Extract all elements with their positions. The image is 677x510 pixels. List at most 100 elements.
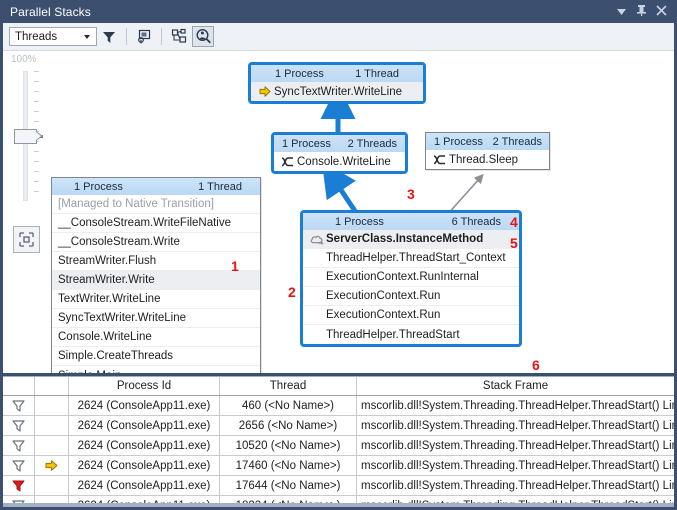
row-arrow-cell[interactable] [35, 476, 69, 495]
stack-frame-row[interactable]: Simple.Main [52, 366, 260, 373]
pin-icon[interactable] [631, 0, 651, 23]
stack-frame-row[interactable]: SyncTextWriter.WriteLine [52, 309, 260, 328]
table-row[interactable]: 2624 (ConsoleApp11.exe) 10520 (<No Name>… [3, 436, 674, 456]
yellow-arrow-icon [45, 460, 58, 471]
table-row[interactable]: 2624 (ConsoleApp11.exe) 17460 (<No Name>… [3, 456, 674, 476]
view-mode-combobox[interactable]: Threads [9, 27, 97, 46]
row-stack-frame: mscorlib.dll!System.Threading.ThreadHelp… [357, 416, 674, 435]
row-arrow-cell[interactable] [35, 456, 69, 475]
threads-grid[interactable]: Process Id Thread Stack Frame 2624 (Cons… [3, 376, 674, 507]
stack-frame-row[interactable]: __ConsoleStream.WriteFileNative [52, 214, 260, 233]
grid-header-stack-frame[interactable]: Stack Frame [357, 377, 674, 395]
row-stack-frame: mscorlib.dll!System.Threading.ThreadHelp… [357, 436, 674, 455]
stack-frame-label: Simple.Main [58, 370, 121, 374]
toggle-diagram-layout-button[interactable] [168, 26, 190, 47]
annotation-number-5: 5 [510, 235, 518, 251]
stack-frame-row[interactable]: ExecutionContext.Run [303, 306, 519, 325]
thread-count-label: 2 Threads [348, 138, 397, 150]
row-thread: 2656 (<No Name>) [220, 416, 357, 435]
toggle-method-view-button[interactable] [98, 26, 120, 47]
row-flag-cell[interactable] [3, 396, 35, 415]
stack-frame-row[interactable]: ServerClass.InstanceMethod [303, 230, 519, 249]
stack-frame-row[interactable]: __ConsoleStream.Write [52, 233, 260, 252]
filter-red-icon [12, 479, 25, 492]
stack-frame-label: ExecutionContext.Run [326, 290, 440, 302]
process-count-label: 1 Process [74, 181, 123, 193]
row-flag-cell[interactable] [3, 476, 35, 495]
close-icon[interactable] [651, 0, 671, 23]
stack-box-header: 1 Process 1 Thread [251, 65, 423, 82]
stack-frame-row[interactable]: SyncTextWriter.WriteLine [251, 82, 423, 101]
stack-frame-row[interactable]: ExecutionContext.RunInternal [303, 268, 519, 287]
row-stack-frame: mscorlib.dll!System.Threading.ThreadHelp… [357, 456, 674, 475]
parallel-stacks-window: Parallel Stacks Threads [0, 0, 677, 510]
filter-outline-icon [12, 439, 25, 452]
stack-box-serverclass[interactable]: 1 Process 6 Threads ServerClass.Instance… [300, 210, 522, 347]
grid-header-thread[interactable]: Thread [220, 377, 357, 395]
thread-count-label: 1 Thread [198, 181, 242, 193]
stack-frame-label: [Managed to Native Transition] [58, 198, 214, 210]
stack-box-synctextwriter[interactable]: 1 Process 1 Thread SyncTextWriter.WriteL… [248, 62, 426, 104]
stack-frame-row[interactable]: [Managed to Native Transition] [52, 195, 260, 214]
stack-frame-row[interactable]: ThreadHelper.ThreadStart [303, 325, 519, 344]
stack-frame-label: StreamWriter.Write [58, 274, 155, 286]
view-mode-value: Threads [15, 31, 84, 43]
annotation-number-2: 2 [288, 284, 296, 300]
threads-icon [280, 156, 295, 167]
stack-frame-label: Console.WriteLine [58, 331, 152, 343]
stack-frame-row[interactable]: StreamWriter.Write [52, 271, 260, 290]
stack-box-main-thread[interactable]: 1 Process 1 Thread [Managed to Native Tr… [51, 177, 261, 373]
window-bottom-edge [3, 503, 674, 507]
toolbar-separator [161, 28, 162, 45]
toolbar-separator [126, 28, 127, 45]
funnel-icon [101, 29, 117, 45]
row-thread: 460 (<No Name>) [220, 396, 357, 415]
stack-frame-row[interactable]: Simple.CreateThreads [52, 347, 260, 366]
parallel-stacks-canvas[interactable]: 100% [3, 51, 674, 373]
grid-header-process-id[interactable]: Process Id [69, 377, 220, 395]
threads-icon [432, 154, 447, 165]
stack-frame-label: Thread.Sleep [449, 154, 518, 166]
row-flag-cell[interactable] [3, 436, 35, 455]
table-row[interactable]: 2624 (ConsoleApp11.exe) 17644 (<No Name>… [3, 476, 674, 496]
row-arrow-cell[interactable] [35, 396, 69, 415]
table-row[interactable]: 2624 (ConsoleApp11.exe) 460 (<No Name>) … [3, 396, 674, 416]
zoom-person-icon [195, 28, 212, 45]
stack-box-header: 1 Process 6 Threads [303, 213, 519, 230]
grid-header-flag[interactable] [3, 377, 35, 395]
row-stack-frame: mscorlib.dll!System.Threading.ThreadHelp… [357, 476, 674, 495]
row-thread: 17460 (<No Name>) [220, 456, 357, 475]
stack-frame-label: ServerClass.InstanceMethod [326, 233, 483, 245]
stack-frame-row[interactable]: ExecutionContext.Run [303, 287, 519, 306]
stack-box-thread-sleep[interactable]: 1 Process 2 Threads Thread.Sleep [425, 132, 550, 170]
zoom-control-button[interactable] [192, 26, 214, 47]
process-count-label: 1 Process [282, 138, 331, 150]
row-flag-cell[interactable] [3, 456, 35, 475]
stack-frame-label: SyncTextWriter.WriteLine [58, 312, 186, 324]
row-arrow-cell[interactable] [35, 416, 69, 435]
stack-frame-row[interactable]: TextWriter.WriteLine [52, 290, 260, 309]
chevron-down-icon[interactable] [611, 0, 631, 23]
stack-frame-icon [136, 28, 153, 45]
thread-count-label: 1 Thread [355, 68, 399, 80]
row-process-id: 2624 (ConsoleApp11.exe) [69, 456, 220, 475]
stack-frame-row[interactable]: Console.WriteLine [274, 152, 405, 171]
stack-frame-label: StreamWriter.Flush [58, 255, 156, 267]
stack-frame-row[interactable]: StreamWriter.Flush [52, 252, 260, 271]
annotation-number-4: 4 [510, 214, 518, 230]
stack-frame-row[interactable]: Console.WriteLine [52, 328, 260, 347]
window-title-bar: Parallel Stacks [0, 0, 677, 23]
row-arrow-cell[interactable] [35, 436, 69, 455]
grid-header-arrow[interactable] [35, 377, 69, 395]
stack-box-console-writeline[interactable]: 1 Process 2 Threads Console.WriteLine [271, 132, 408, 174]
table-row[interactable]: 2624 (ConsoleApp11.exe) 2656 (<No Name>)… [3, 416, 674, 436]
auto-scroll-button[interactable] [133, 26, 155, 47]
stack-frame-row[interactable]: ThreadHelper.ThreadStart_Context [303, 249, 519, 268]
row-process-id: 2624 (ConsoleApp11.exe) [69, 416, 220, 435]
row-stack-frame: mscorlib.dll!System.Threading.ThreadHelp… [357, 396, 674, 415]
stack-frame-label: ExecutionContext.Run [326, 309, 440, 321]
stack-frame-label: ThreadHelper.ThreadStart_Context [326, 252, 506, 264]
stack-frame-label: ExecutionContext.RunInternal [326, 271, 479, 283]
stack-frame-row[interactable]: Thread.Sleep [426, 150, 549, 169]
row-flag-cell[interactable] [3, 416, 35, 435]
